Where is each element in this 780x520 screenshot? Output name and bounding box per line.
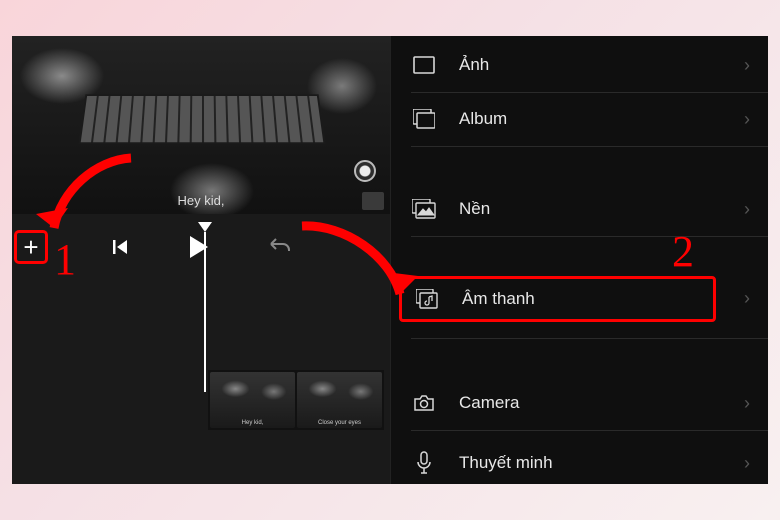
chevron-right-icon: › xyxy=(744,199,750,220)
play-icon xyxy=(188,235,210,259)
play-button[interactable] xyxy=(188,235,210,266)
clip-thumbnail[interactable] xyxy=(297,372,382,428)
annotation-step-2: 2 xyxy=(672,226,694,277)
menu-item-label: Camera xyxy=(459,393,519,413)
record-indicator-icon xyxy=(354,160,376,182)
menu-item-label: Thuyết minh xyxy=(459,453,553,473)
album-icon xyxy=(411,109,437,129)
chevron-right-icon: › xyxy=(744,453,750,474)
divider xyxy=(411,92,768,93)
timeline-clips[interactable] xyxy=(208,370,384,430)
menu-item-narration[interactable]: Thuyết minh › xyxy=(391,438,768,488)
chevron-right-icon: › xyxy=(744,109,750,130)
menu-item-photo[interactable]: Ảnh › xyxy=(391,40,768,90)
menu-item-background[interactable]: Nền › xyxy=(391,184,768,234)
camera-icon xyxy=(411,394,437,412)
menu-item-audio[interactable]: Âm thanh xyxy=(399,276,716,322)
undo-icon xyxy=(268,235,292,259)
menu-item-label: Âm thanh xyxy=(462,289,535,309)
divider xyxy=(411,146,768,147)
divider xyxy=(411,430,768,431)
audio-indicator-icon xyxy=(362,192,384,210)
chevron-right-icon: › xyxy=(744,393,750,414)
chevron-right-icon: › xyxy=(744,55,750,76)
clip-thumbnail[interactable] xyxy=(210,372,295,428)
menu-item-label: Album xyxy=(459,109,507,129)
menu-item-camera[interactable]: Camera › xyxy=(391,378,768,428)
video-content xyxy=(78,94,325,144)
photo-icon xyxy=(411,56,437,74)
annotation-arrow-2 xyxy=(290,216,420,316)
media-source-panel: Ảnh › Album › Nền › Âm thanh › xyxy=(390,36,768,484)
menu-item-label: Nền xyxy=(459,199,490,219)
annotation-arrow-1 xyxy=(36,150,146,250)
menu-item-label: Ảnh xyxy=(459,55,489,75)
annotation-step-1: 1 xyxy=(54,234,76,285)
divider xyxy=(411,338,768,339)
undo-button[interactable] xyxy=(268,235,292,265)
menu-item-album[interactable]: Album › xyxy=(391,94,768,144)
chevron-right-icon: › xyxy=(744,288,750,309)
divider xyxy=(411,236,768,237)
microphone-icon xyxy=(411,451,437,475)
